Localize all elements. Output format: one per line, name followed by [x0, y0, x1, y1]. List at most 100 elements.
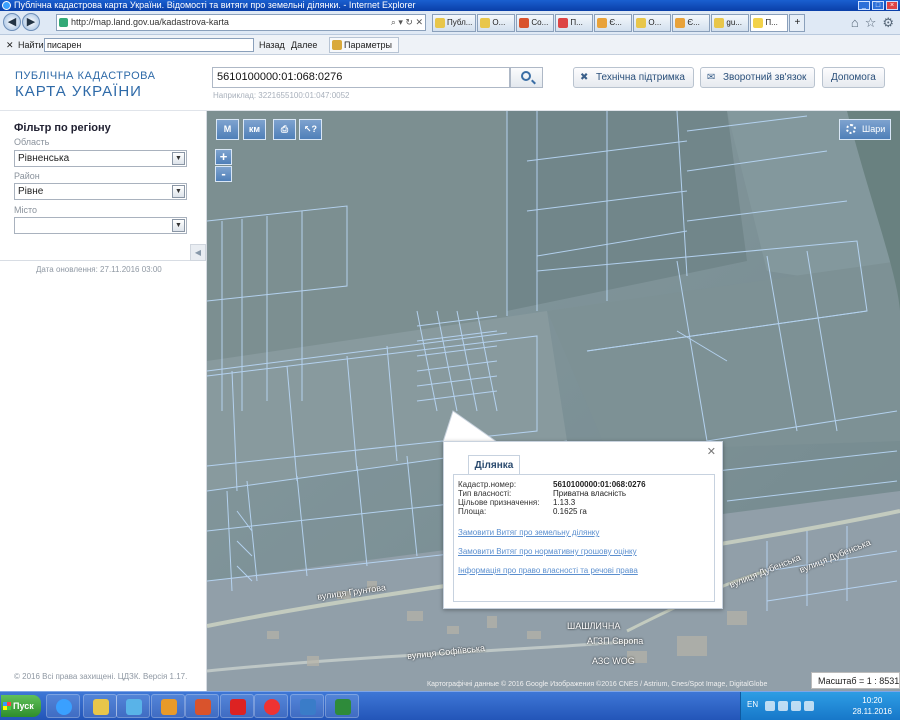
- region-select[interactable]: Рівненська ▼: [14, 150, 187, 167]
- purpose-value: 1.13.3: [553, 498, 576, 507]
- address-bar[interactable]: http://map.land.gov.ua/kadastrova-karta …: [56, 14, 426, 31]
- tab-strip: Публ... O... Co... П... Є... O... Є... gu... П..…: [432, 14, 806, 32]
- taskbar-explorer[interactable]: [83, 694, 117, 718]
- folder-icon: [93, 699, 109, 715]
- system-tray: EN 10:20 28.11.2016: [740, 692, 900, 720]
- logo-line-1[interactable]: ПУБЛІЧНА КАДАСТРОВА: [15, 70, 155, 82]
- browser-tab[interactable]: Є...: [594, 14, 633, 32]
- feedback-button[interactable]: ✉ Зворотний зв'язок: [700, 67, 816, 88]
- measure-distance-button[interactable]: M: [216, 119, 239, 140]
- browser-tab[interactable]: Є...: [672, 14, 711, 32]
- browser-tab[interactable]: O...: [633, 14, 672, 32]
- site-header: ПУБЛІЧНА КАДАСТРОВА КАРТА УКРАЇНИ 561010…: [0, 56, 900, 111]
- taskbar-app[interactable]: [185, 694, 219, 718]
- browser-tab[interactable]: Публ...: [432, 14, 477, 32]
- home-icon[interactable]: ⌂: [851, 15, 859, 31]
- volume-icon[interactable]: [804, 701, 814, 711]
- envelope-icon: ✉: [707, 72, 716, 83]
- favorites-icon[interactable]: ☆: [865, 15, 877, 31]
- browser-tab[interactable]: П...: [750, 14, 789, 32]
- cursor-question-icon: ↖: [303, 124, 312, 134]
- district-label: Район: [14, 171, 40, 181]
- taskbar-acrobat[interactable]: [220, 694, 254, 718]
- cadastral-search-input[interactable]: 5610100000:01:068:0276: [212, 67, 510, 88]
- tech-support-button[interactable]: ✖ Технічна підтримка: [573, 67, 694, 88]
- tools-icon: ✖: [580, 72, 589, 83]
- app-icon: [195, 699, 211, 715]
- start-button[interactable]: Пуск: [1, 695, 41, 717]
- find-options-button[interactable]: Параметры ▾: [329, 37, 399, 64]
- find-input[interactable]: писарен: [44, 38, 254, 52]
- ownership-type-label: Тип власності:: [458, 489, 512, 498]
- new-tab-button[interactable]: +: [789, 14, 806, 32]
- url-text: http://map.land.gov.ua/kadastrova-karta: [71, 17, 229, 27]
- find-bar: ✕ Найти: писарен Назад Далее Параметры ▾: [0, 35, 900, 64]
- region-label: Область: [14, 137, 50, 147]
- taskbar-image[interactable]: [290, 694, 324, 718]
- identify-button[interactable]: ↖?: [299, 119, 322, 140]
- purpose-label: Цільове призначення:: [458, 498, 540, 507]
- close-window-button[interactable]: ×: [886, 1, 898, 10]
- browser-tab[interactable]: Co...: [516, 14, 555, 32]
- printer-icon: ⎙: [280, 124, 289, 134]
- flag-icon[interactable]: [765, 701, 775, 711]
- measure-area-button[interactable]: км: [243, 119, 266, 140]
- taskbar-excel[interactable]: [325, 694, 359, 718]
- print-button[interactable]: ⎙: [273, 119, 296, 140]
- taskbar-ie[interactable]: [46, 694, 80, 718]
- minimize-button[interactable]: _: [858, 1, 870, 10]
- chevron-down-icon: ▼: [172, 185, 185, 198]
- tab-favicon-icon: [597, 18, 608, 28]
- maximize-button[interactable]: □: [872, 1, 884, 10]
- city-select[interactable]: ▼: [14, 217, 187, 234]
- order-valuation-link[interactable]: Замовити Витяг про нормативну грошову оц…: [458, 547, 637, 556]
- logo-line-2[interactable]: КАРТА УКРАЇНИ: [15, 83, 142, 100]
- language-indicator[interactable]: EN: [747, 700, 758, 709]
- map-view[interactable]: M км ⎙ ↖? + - Шари вулиця Грунтова вулиц…: [207, 111, 900, 691]
- taskbar-network[interactable]: [116, 694, 150, 718]
- district-select[interactable]: Рівне ▼: [14, 183, 187, 200]
- back-button[interactable]: ◀: [3, 13, 21, 31]
- map-attribution: Картографічні данные © 2016 Google Изобр…: [427, 681, 768, 688]
- find-label: Найти:: [18, 40, 47, 50]
- window-title-bar: Публічна кадастрова карта України. Відом…: [0, 0, 900, 11]
- tab-favicon-icon: [675, 18, 686, 28]
- chevron-down-icon: ▼: [172, 219, 185, 232]
- close-icon[interactable]: ✕: [707, 445, 716, 458]
- browser-tab[interactable]: П...: [555, 14, 594, 32]
- find-next-button[interactable]: Далее: [291, 35, 317, 55]
- help-button[interactable]: Допомога: [822, 67, 885, 88]
- order-extract-link[interactable]: Замовити Витяг про земельну ділянку: [458, 528, 599, 537]
- tab-parcel[interactable]: Ділянка: [468, 455, 520, 474]
- taskbar-opera[interactable]: [254, 694, 288, 718]
- find-prev-button[interactable]: Назад: [259, 35, 285, 55]
- settings-gear-icon[interactable]: ⚙: [882, 15, 894, 31]
- power-icon[interactable]: [778, 701, 788, 711]
- ie-icon: [56, 699, 72, 715]
- forward-button[interactable]: ▶: [22, 13, 40, 31]
- browser-tab[interactable]: gu...: [711, 14, 750, 32]
- tab-favicon-icon: [519, 18, 530, 28]
- chevron-down-icon: ▼: [172, 152, 185, 165]
- parcel-details: Кадастр.номер: 5610100000:01:068:0276 Ти…: [453, 474, 715, 602]
- tab-favicon-icon: [753, 18, 764, 28]
- clock[interactable]: 10:20 28.11.2016: [853, 695, 892, 717]
- address-dropdown-icon[interactable]: ⌕ ▾ ↻ ✕: [391, 15, 423, 30]
- browser-tab[interactable]: O...: [477, 14, 516, 32]
- page-icon: [59, 18, 68, 27]
- tab-favicon-icon: [435, 18, 445, 28]
- zoom-out-button[interactable]: -: [215, 166, 232, 182]
- search-button[interactable]: [510, 67, 543, 88]
- search-example: Наприклад: 3221655100:01:047:0052: [213, 91, 350, 100]
- layers-button[interactable]: Шари: [839, 119, 891, 140]
- options-pencil-icon: [332, 40, 342, 50]
- network-status-icon[interactable]: [791, 701, 801, 711]
- tab-favicon-icon: [480, 18, 491, 28]
- left-panel: Фільтр по регіону Область Рівненська ▼ Р…: [0, 111, 207, 691]
- ownership-type-value: Приватна власність: [553, 489, 627, 498]
- collapse-panel-button[interactable]: ◀: [190, 244, 206, 261]
- ownership-info-link[interactable]: Інформація про право власності та речові…: [458, 566, 638, 575]
- find-close-icon[interactable]: ✕: [6, 35, 14, 55]
- taskbar-outlook[interactable]: [151, 694, 185, 718]
- zoom-in-button[interactable]: +: [215, 149, 232, 165]
